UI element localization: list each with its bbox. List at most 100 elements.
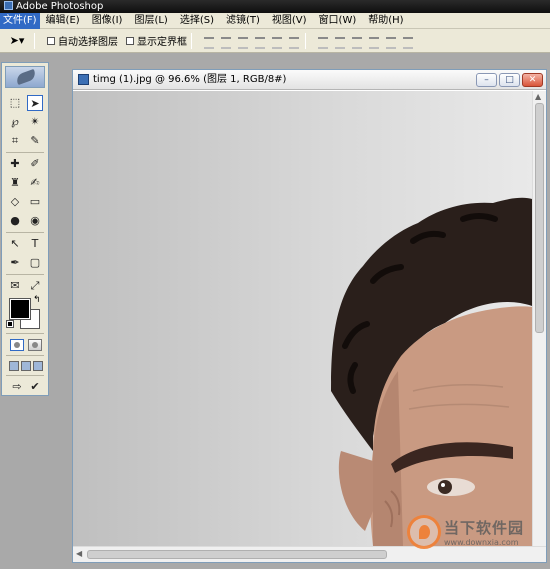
document-window: timg (1).jpg @ 96.6% (图层 1, RGB/8#) – □ … — [72, 69, 547, 563]
move-tool-icon: ➤▾ — [9, 34, 25, 47]
toolbox-divider — [6, 152, 44, 153]
align-left-edges-icon[interactable] — [253, 34, 267, 49]
menu-file[interactable]: 文件(F) — [0, 12, 40, 29]
horizontal-scroll-thumb[interactable] — [87, 550, 387, 559]
jump-to-imageready-icon[interactable]: ⇨ — [9, 379, 25, 395]
blur-tool-icon[interactable]: ● — [7, 213, 23, 229]
type-tool-icon[interactable]: T — [27, 236, 43, 252]
shape-tool-icon[interactable]: ▢ — [27, 255, 43, 271]
ear-shape — [338, 451, 373, 531]
eye-highlight — [441, 483, 445, 487]
menu-help[interactable]: 帮助(H) — [362, 13, 409, 29]
menu-bar: 文件(F) 编辑(E) 图像(I) 图层(L) 选择(S) 滤镜(T) 视图(V… — [0, 12, 550, 29]
watermark-logo-icon — [407, 515, 441, 549]
portrait-photo — [331, 197, 532, 546]
auto-select-layer-label: 自动选择图层 — [58, 37, 118, 48]
menu-window[interactable]: 窗口(W) — [313, 13, 363, 29]
notes-tool-icon[interactable]: ✉ — [7, 278, 23, 294]
watermark: 当下软件园 www.downxia.com — [407, 515, 524, 549]
toolbox-divider — [6, 232, 44, 233]
full-screen-mode-icon[interactable] — [33, 361, 43, 371]
options-divider — [191, 32, 192, 49]
dodge-tool-icon[interactable]: ◉ — [27, 213, 43, 229]
app-titlebar: Adobe Photoshop — [0, 0, 550, 13]
checkbox-box[interactable] — [47, 36, 55, 45]
standard-mode-button[interactable] — [10, 339, 24, 351]
toolbox-divider — [6, 375, 44, 376]
vertical-scrollbar[interactable]: ▲ — [532, 91, 546, 546]
standard-screen-mode-icon[interactable] — [9, 361, 19, 371]
app-title: Adobe Photoshop — [16, 1, 104, 12]
distribute-horizontal-centers-icon[interactable] — [384, 34, 398, 49]
window-controls: – □ ✕ — [476, 73, 543, 87]
menu-edit[interactable]: 编辑(E) — [40, 13, 86, 29]
distribute-buttons — [316, 34, 415, 49]
minimize-button[interactable]: – — [476, 73, 497, 87]
full-screen-menu-mode-icon[interactable] — [21, 361, 31, 371]
quick-mask-mode-button[interactable] — [28, 339, 42, 351]
eyedropper-tool-icon[interactable]: ⤢ — [27, 278, 43, 294]
path-selection-tool-icon[interactable]: ↖ — [7, 236, 23, 252]
align-bottom-edges-icon[interactable] — [236, 34, 250, 49]
distribute-right-icon[interactable] — [401, 34, 415, 49]
options-bar: ➤▾ 自动选择图层 显示定界框 — [0, 29, 550, 53]
tool-preset-picker[interactable]: ➤▾ — [4, 32, 30, 50]
photoshop-feather-logo[interactable] — [5, 66, 45, 88]
healing-brush-tool-icon[interactable]: ✚ — [7, 156, 23, 172]
document-icon — [78, 74, 89, 85]
move-tool-icon[interactable]: ➤ — [27, 95, 43, 111]
magic-wand-tool-icon[interactable]: ✴ — [27, 114, 43, 130]
image-canvas[interactable] — [73, 91, 532, 546]
toolbox-divider — [6, 274, 44, 275]
document-title: timg (1).jpg @ 96.6% (图层 1, RGB/8#) — [93, 74, 287, 85]
show-bounding-box-label: 显示定界框 — [137, 37, 187, 48]
distribute-top-icon[interactable] — [316, 34, 330, 49]
auto-select-layer-checkbox[interactable]: 自动选择图层 — [47, 33, 118, 48]
align-vertical-centers-icon[interactable] — [219, 34, 233, 49]
align-buttons — [202, 34, 301, 49]
document-titlebar[interactable]: timg (1).jpg @ 96.6% (图层 1, RGB/8#) – □ … — [73, 70, 546, 90]
slice-tool-icon[interactable]: ✎ — [27, 133, 43, 149]
checkbox-box[interactable] — [126, 36, 134, 45]
watermark-url-text: www.downxia.com — [444, 538, 519, 547]
options-divider — [34, 32, 35, 49]
toolbox-divider — [6, 333, 44, 334]
show-bounding-box-checkbox[interactable]: 显示定界框 — [126, 33, 187, 48]
scroll-up-icon[interactable]: ▲ — [535, 92, 541, 101]
menu-layer[interactable]: 图层(L) — [128, 13, 173, 29]
options-divider — [305, 32, 306, 49]
pen-tool-icon[interactable]: ✒ — [7, 255, 23, 271]
menu-select[interactable]: 选择(S) — [174, 13, 220, 29]
gradient-tool-icon[interactable]: ▭ — [27, 194, 43, 210]
distribute-bottom-icon[interactable] — [350, 34, 364, 49]
watermark-text: 当下软件园 www.downxia.com — [444, 517, 524, 547]
foreground-color-swatch[interactable] — [9, 298, 31, 320]
restore-button[interactable]: □ — [499, 73, 520, 87]
watermark-main-text: 当下软件园 — [444, 519, 525, 537]
close-button[interactable]: ✕ — [522, 73, 543, 87]
default-colors-icon[interactable] — [6, 320, 14, 328]
vertical-scroll-thumb[interactable] — [535, 103, 544, 333]
menu-view[interactable]: 视图(V) — [266, 13, 313, 29]
history-brush-tool-icon[interactable]: ✍ — [27, 175, 43, 191]
photoshop-icon — [4, 1, 13, 10]
distribute-left-icon[interactable] — [367, 34, 381, 49]
align-horizontal-centers-icon[interactable] — [270, 34, 284, 49]
distribute-vertical-centers-icon[interactable] — [333, 34, 347, 49]
menu-image[interactable]: 图像(I) — [86, 13, 129, 29]
lasso-tool-icon[interactable]: ℘ — [7, 114, 23, 130]
eraser-tool-icon[interactable]: ◇ — [7, 194, 23, 210]
marquee-tool-icon[interactable]: ⬚ — [7, 95, 23, 111]
crop-tool-icon[interactable]: ⌗ — [7, 133, 23, 149]
clone-stamp-tool-icon[interactable]: ♜ — [7, 175, 23, 191]
edit-check-icon[interactable]: ✔ — [27, 379, 43, 395]
swap-colors-icon[interactable]: ↰ — [33, 295, 41, 305]
toolbox: ⬚ ➤ ℘ ✴ ⌗ ✎ ✚ ✐ ♜ ✍ ◇ ▭ ● ◉ ↖ T ✒ ▢ ✉ ⤢ … — [1, 62, 49, 396]
menu-filter[interactable]: 滤镜(T) — [220, 13, 266, 29]
scroll-left-icon[interactable]: ◀ — [76, 549, 82, 558]
align-top-edges-icon[interactable] — [202, 34, 216, 49]
toolbox-divider — [6, 355, 44, 356]
eye-iris — [438, 480, 452, 494]
align-right-edges-icon[interactable] — [287, 34, 301, 49]
brush-tool-icon[interactable]: ✐ — [27, 156, 43, 172]
